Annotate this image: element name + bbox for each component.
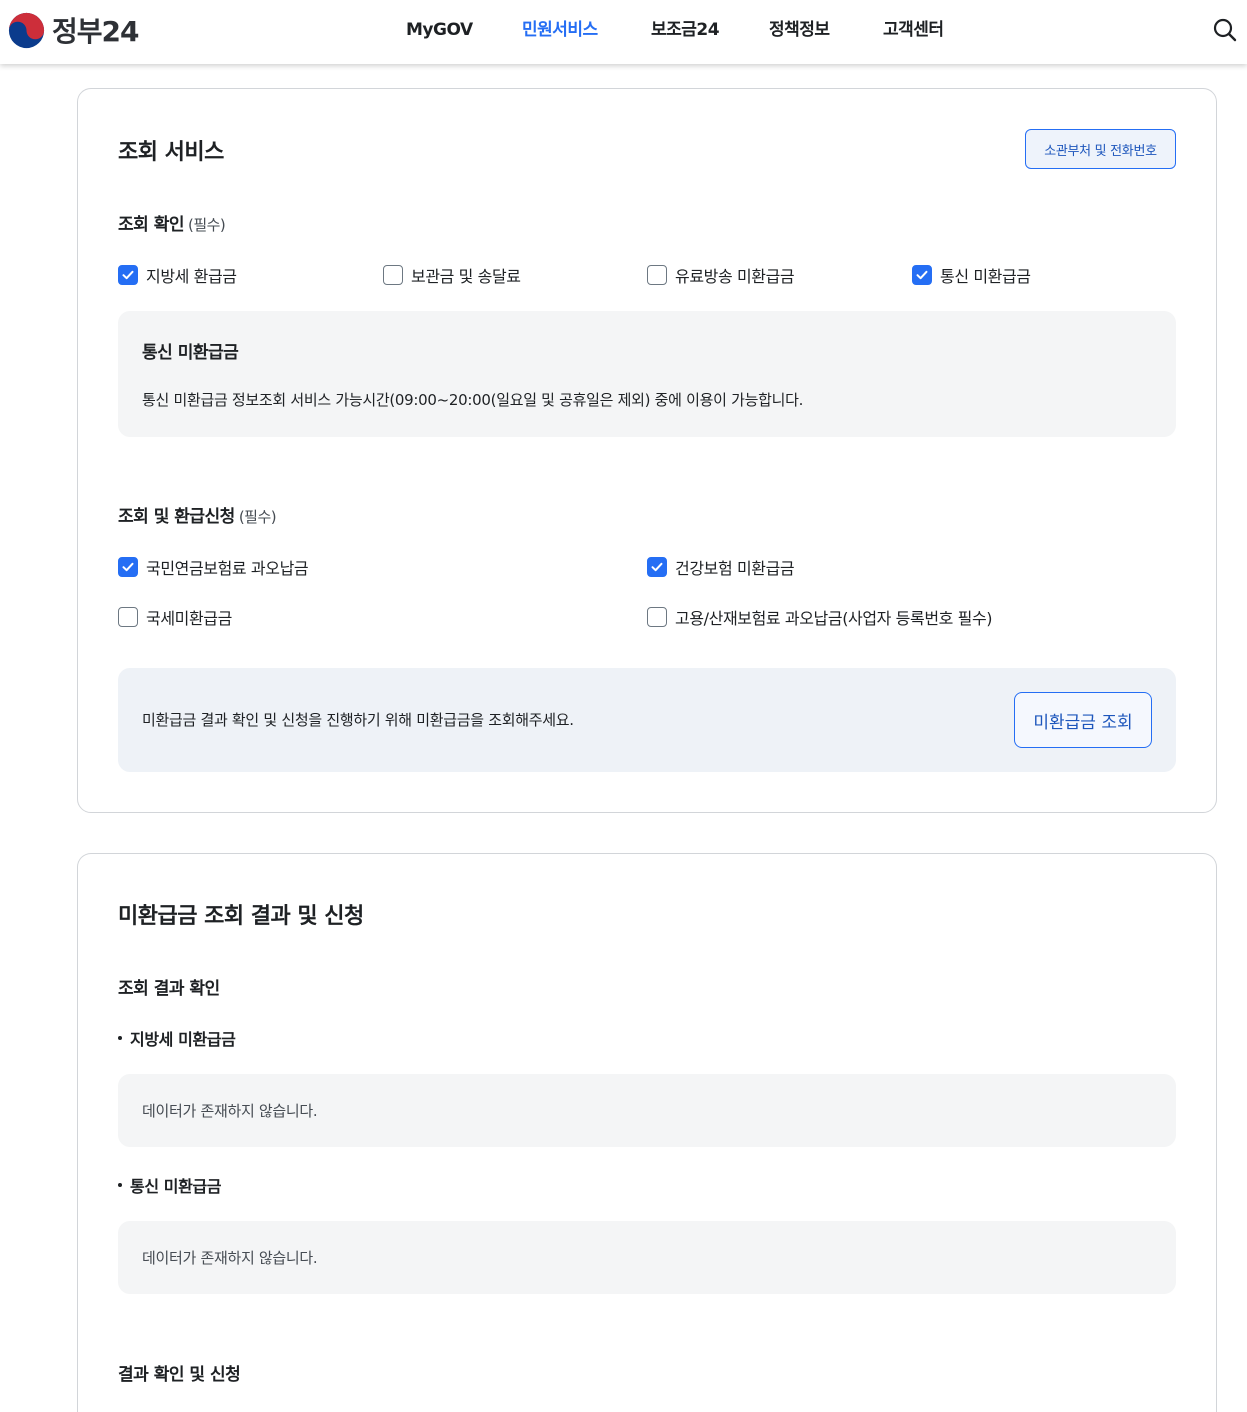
checkbox-unchecked-icon bbox=[383, 265, 403, 285]
telecom-info-box: 통신 미환급금 통신 미환급금 정보조회 서비스 가능시간(09:00~20:0… bbox=[118, 311, 1176, 437]
checkbox-label: 국세미환급금 bbox=[146, 609, 232, 628]
nav-item-civil-service[interactable]: 민원서비스 bbox=[522, 16, 598, 44]
nav-item-customer-center[interactable]: 고객센터 bbox=[883, 16, 944, 44]
main-nav: MyGOV 민원서비스 보조금24 정책정보 고객센터 bbox=[0, 16, 1247, 44]
refund-section-title: 조회 및 환급신청 (필수) bbox=[118, 502, 277, 527]
checkbox-local-tax-refund[interactable]: 지방세 환급금 bbox=[118, 263, 237, 287]
result-item-label: 지방세 미환급금 bbox=[130, 1030, 236, 1049]
result-apply-title: 결과 확인 및 신청 bbox=[118, 1365, 241, 1385]
lookup-notice-box: 미환급금 결과 확인 및 신청을 진행하기 위해 미환급금을 조회해주세요. 미… bbox=[118, 668, 1176, 772]
checkbox-deposit-fee[interactable]: 보관금 및 송달료 bbox=[383, 263, 521, 287]
result-item-title: 지방세 미환급금 bbox=[118, 1026, 236, 1050]
checkbox-unchecked-icon bbox=[118, 607, 138, 627]
checkbox-national-pension-overpayment[interactable]: 국민연금보험료 과오납금 bbox=[118, 555, 309, 579]
nav-item-subsidy[interactable]: 보조금24 bbox=[651, 16, 720, 44]
notice-text: 미환급금 결과 확인 및 신청을 진행하기 위해 미환급금을 조회해주세요. bbox=[142, 711, 574, 729]
checkbox-national-tax-refund[interactable]: 국세미환급금 bbox=[118, 605, 232, 629]
check-section-title: 조회 확인 (필수) bbox=[118, 210, 226, 235]
lookup-service-card: 조회 서비스 소관부처 및 전화번호 조회 확인 (필수) 지방세 환급금 보관금… bbox=[77, 88, 1217, 813]
contact-department-button[interactable]: 소관부처 및 전화번호 bbox=[1025, 129, 1176, 169]
checkbox-telecom-refund[interactable]: 통신 미환급금 bbox=[912, 263, 1031, 287]
checkbox-checked-icon bbox=[647, 557, 667, 577]
required-mark: (필수) bbox=[238, 508, 277, 526]
empty-text: 데이터가 존재하지 않습니다. bbox=[142, 1102, 318, 1120]
info-text: 통신 미환급금 정보조회 서비스 가능시간(09:00~20:00(일요일 및 … bbox=[142, 391, 804, 409]
empty-result-box: 데이터가 존재하지 않습니다. bbox=[118, 1074, 1176, 1147]
checkbox-label: 건강보험 미환급금 bbox=[675, 559, 795, 578]
checkbox-label: 통신 미환급금 bbox=[940, 267, 1031, 286]
required-mark: (필수) bbox=[187, 216, 226, 234]
checkbox-label: 보관금 및 송달료 bbox=[411, 267, 521, 286]
checkbox-label: 지방세 환급금 bbox=[146, 267, 237, 286]
result-card: 미환급금 조회 결과 및 신청 조회 결과 확인 지방세 미환급금 데이터가 존… bbox=[77, 853, 1217, 1412]
search-button[interactable] bbox=[1211, 16, 1239, 44]
checkbox-checked-icon bbox=[118, 557, 138, 577]
checkbox-checked-icon bbox=[912, 265, 932, 285]
empty-result-box: 데이터가 존재하지 않습니다. bbox=[118, 1221, 1176, 1294]
section-title-text: 조회 확인 bbox=[118, 215, 184, 235]
refund-lookup-button[interactable]: 미환급금 조회 bbox=[1014, 692, 1152, 748]
site-header: 정부24 MyGOV 민원서비스 보조금24 정책정보 고객센터 bbox=[0, 0, 1247, 64]
bullet-icon bbox=[118, 1183, 122, 1187]
info-title: 통신 미환급금 bbox=[142, 343, 239, 363]
checkbox-label: 국민연금보험료 과오납금 bbox=[146, 559, 309, 578]
nav-item-mygov[interactable]: MyGOV bbox=[406, 16, 473, 44]
checkbox-paid-broadcast-refund[interactable]: 유료방송 미환급금 bbox=[647, 263, 795, 287]
result-item-label: 통신 미환급금 bbox=[130, 1177, 222, 1196]
bullet-icon bbox=[118, 1036, 122, 1040]
result-item-title: 통신 미환급금 bbox=[118, 1173, 221, 1197]
card-title: 조회 서비스 bbox=[118, 140, 224, 165]
card-title: 미환급금 조회 결과 및 신청 bbox=[118, 904, 364, 929]
checkbox-label: 유료방송 미환급금 bbox=[675, 267, 795, 286]
checkbox-label: 고용/산재보험료 과오납금(사업자 등록번호 필수) bbox=[675, 609, 993, 628]
nav-item-policy[interactable]: 정책정보 bbox=[769, 16, 830, 44]
result-check-title: 조회 결과 확인 bbox=[118, 979, 220, 999]
checkbox-unchecked-icon bbox=[647, 265, 667, 285]
checkbox-checked-icon bbox=[118, 265, 138, 285]
checkbox-unchecked-icon bbox=[647, 607, 667, 627]
checkbox-health-insurance-refund[interactable]: 건강보험 미환급금 bbox=[647, 555, 795, 579]
empty-text: 데이터가 존재하지 않습니다. bbox=[142, 1249, 318, 1267]
search-icon bbox=[1213, 18, 1237, 42]
checkbox-employment-insurance-overpayment[interactable]: 고용/산재보험료 과오납금(사업자 등록번호 필수) bbox=[647, 605, 993, 629]
section-title-text: 조회 및 환급신청 bbox=[118, 507, 235, 527]
